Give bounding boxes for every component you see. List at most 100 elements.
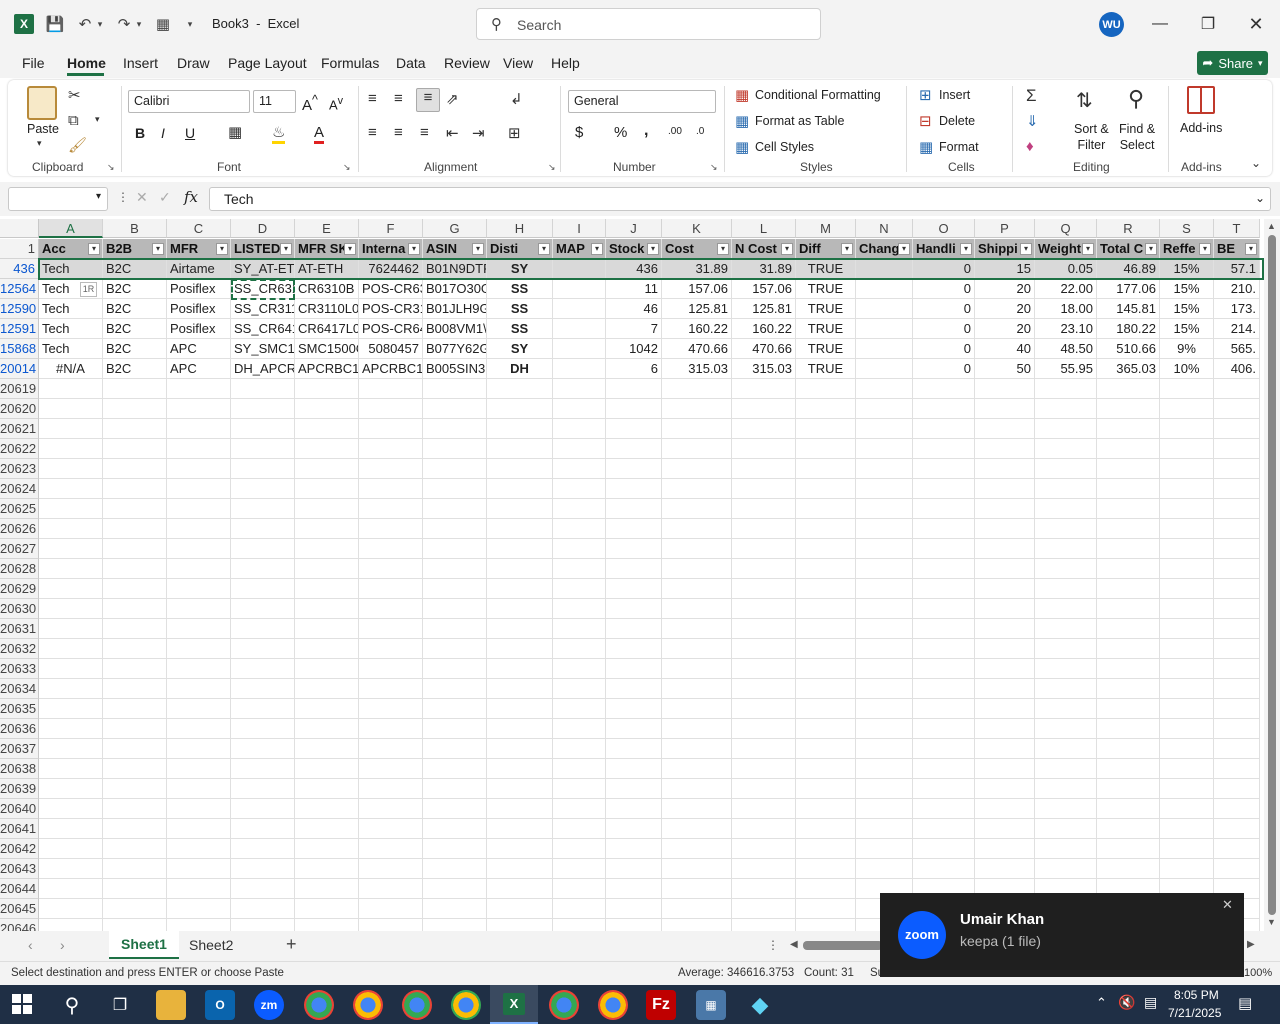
empty-cell[interactable] xyxy=(856,579,913,599)
empty-cell[interactable] xyxy=(1214,819,1260,839)
empty-cell[interactable] xyxy=(231,719,295,739)
row-header[interactable]: 20620 xyxy=(0,399,39,419)
empty-cell[interactable] xyxy=(359,679,423,699)
column-header-M[interactable]: M xyxy=(796,219,856,238)
empty-cell[interactable] xyxy=(975,399,1035,419)
empty-cell[interactable] xyxy=(1035,499,1097,519)
empty-cell[interactable] xyxy=(732,459,796,479)
empty-cell[interactable] xyxy=(732,759,796,779)
table-cell[interactable]: 23.10 xyxy=(1035,319,1097,339)
prev-sheet-icon[interactable]: ‹ xyxy=(28,937,33,953)
empty-cell[interactable] xyxy=(856,399,913,419)
row-header[interactable]: 20621 xyxy=(0,419,39,439)
table-header-cell[interactable]: Weight ▾ xyxy=(1035,239,1097,259)
empty-cell[interactable] xyxy=(796,899,856,919)
empty-cell[interactable] xyxy=(1160,619,1214,639)
empty-cell[interactable] xyxy=(295,799,359,819)
row-header[interactable]: 20014 xyxy=(0,359,39,379)
table-cell[interactable]: 46.89 xyxy=(1097,259,1160,279)
empty-cell[interactable] xyxy=(1097,699,1160,719)
empty-cell[interactable] xyxy=(1214,779,1260,799)
filter-dropdown-icon[interactable]: ▾ xyxy=(781,243,793,255)
row-header[interactable]: 20634 xyxy=(0,679,39,699)
empty-cell[interactable] xyxy=(1214,419,1260,439)
empty-cell[interactable] xyxy=(1160,699,1214,719)
empty-cell[interactable] xyxy=(487,559,553,579)
empty-cell[interactable] xyxy=(1035,519,1097,539)
filter-dropdown-icon[interactable]: ▾ xyxy=(1199,243,1211,255)
empty-cell[interactable] xyxy=(1160,819,1214,839)
empty-cell[interactable] xyxy=(732,539,796,559)
empty-cell[interactable] xyxy=(732,639,796,659)
empty-cell[interactable] xyxy=(732,619,796,639)
network-icon[interactable]: ▤ xyxy=(1144,994,1157,1011)
table-cell[interactable] xyxy=(856,319,913,339)
empty-cell[interactable] xyxy=(423,619,487,639)
customize-toolbar-icon[interactable]: ▾ xyxy=(183,14,197,34)
empty-cell[interactable] xyxy=(606,539,662,559)
empty-cell[interactable] xyxy=(359,819,423,839)
empty-cell[interactable] xyxy=(295,579,359,599)
table-cell[interactable]: B01N9DTR xyxy=(423,259,487,279)
increase-font-icon[interactable]: A^ xyxy=(302,93,318,114)
table-cell[interactable]: 20 xyxy=(975,279,1035,299)
empty-cell[interactable] xyxy=(796,799,856,819)
table-cell[interactable]: 10% xyxy=(1160,359,1214,379)
empty-cell[interactable] xyxy=(295,719,359,739)
fill-icon[interactable]: ⇓ xyxy=(1026,112,1039,130)
windows-start-icon[interactable] xyxy=(12,994,32,1014)
tab-split-handle-icon[interactable]: ⋮ xyxy=(767,938,779,952)
empty-cell[interactable] xyxy=(1097,519,1160,539)
empty-cell[interactable] xyxy=(231,579,295,599)
table-header-cell[interactable]: N Cost ▾ xyxy=(732,239,796,259)
empty-cell[interactable] xyxy=(975,839,1035,859)
empty-cell[interactable] xyxy=(487,839,553,859)
empty-cell[interactable] xyxy=(662,679,732,699)
cell-styles-button[interactable]: Cell Styles xyxy=(755,140,814,154)
empty-cell[interactable] xyxy=(553,679,606,699)
empty-cell[interactable] xyxy=(553,699,606,719)
empty-cell[interactable] xyxy=(975,639,1035,659)
empty-cell[interactable] xyxy=(1160,719,1214,739)
chrome-profile-icon[interactable] xyxy=(598,990,628,1020)
align-right-icon[interactable]: ≡ xyxy=(420,124,429,141)
number-format-select[interactable]: General xyxy=(568,90,716,113)
table-cell[interactable]: POS-CR64 xyxy=(359,319,423,339)
font-name-select[interactable]: Calibri xyxy=(128,90,250,113)
table-cell[interactable]: B2C xyxy=(103,359,167,379)
empty-cell[interactable] xyxy=(359,419,423,439)
table-header-cell[interactable]: Stock ▾ xyxy=(606,239,662,259)
table-cell[interactable]: B008VM1\ xyxy=(423,319,487,339)
empty-cell[interactable] xyxy=(103,379,167,399)
empty-cell[interactable] xyxy=(1097,839,1160,859)
empty-cell[interactable] xyxy=(1035,859,1097,879)
row-header[interactable]: 20626 xyxy=(0,519,39,539)
table-cell[interactable]: TRUE xyxy=(796,259,856,279)
tab-home[interactable]: Home xyxy=(67,55,106,71)
empty-cell[interactable] xyxy=(732,899,796,919)
row-header[interactable]: 20628 xyxy=(0,559,39,579)
empty-cell[interactable] xyxy=(796,839,856,859)
empty-cell[interactable] xyxy=(856,799,913,819)
empty-cell[interactable] xyxy=(856,699,913,719)
empty-cell[interactable] xyxy=(423,819,487,839)
empty-cell[interactable] xyxy=(856,619,913,639)
empty-cell[interactable] xyxy=(39,619,103,639)
empty-cell[interactable] xyxy=(1035,679,1097,699)
empty-cell[interactable] xyxy=(39,519,103,539)
empty-cell[interactable] xyxy=(662,839,732,859)
table-header-cell[interactable]: LISTED ▾ xyxy=(231,239,295,259)
empty-cell[interactable] xyxy=(1214,799,1260,819)
empty-cell[interactable] xyxy=(856,759,913,779)
empty-cell[interactable] xyxy=(553,659,606,679)
empty-cell[interactable] xyxy=(359,799,423,819)
empty-cell[interactable] xyxy=(487,419,553,439)
table-cell[interactable]: TRUE xyxy=(796,279,856,299)
table-cell[interactable]: Posiflex xyxy=(167,299,231,319)
empty-cell[interactable] xyxy=(39,399,103,419)
empty-cell[interactable] xyxy=(662,759,732,779)
empty-cell[interactable] xyxy=(975,479,1035,499)
empty-cell[interactable] xyxy=(732,379,796,399)
empty-cell[interactable] xyxy=(487,579,553,599)
table-cell[interactable]: 160.22 xyxy=(732,319,796,339)
